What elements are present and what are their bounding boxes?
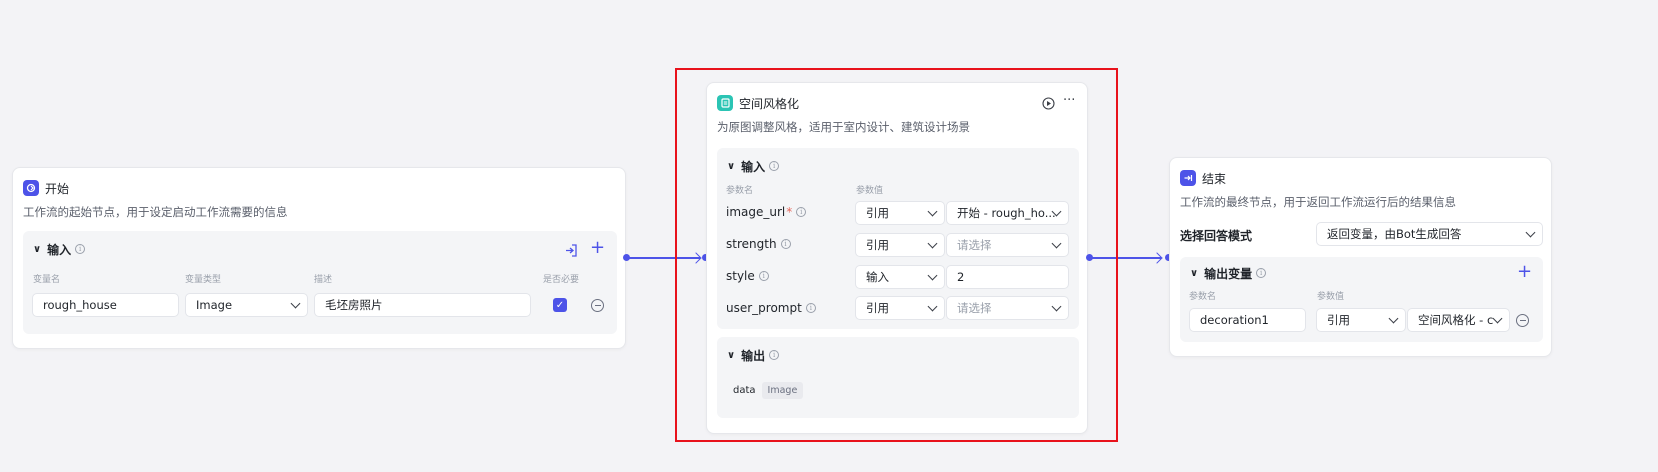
- style-node-description: 为原图调整风格，适用于室内设计、建筑设计场景: [717, 120, 970, 134]
- style-input-header[interactable]: ∨ 输入 i: [727, 156, 780, 176]
- start-node[interactable]: 开始 工作流的起始节点，用于设定启动工作流需要的信息 ∨ 输入 i + 变量名 …: [12, 167, 626, 349]
- end-node-title: 结束: [1202, 171, 1227, 186]
- column-header-param-value: 参数值: [1317, 292, 1345, 302]
- end-output-title: 输出变量: [1204, 266, 1253, 281]
- end-output-header[interactable]: ∨ 输出变量 i: [1190, 263, 1267, 283]
- output-name-input[interactable]: decoration1: [1189, 308, 1306, 332]
- column-header-name: 变量名: [33, 275, 61, 285]
- chevron-down-icon[interactable]: ∨: [727, 350, 735, 361]
- style-input-section: ∨ 输入 i 参数名 参数值 image_url * i 引用 开始 - roug…: [717, 148, 1079, 329]
- info-icon: i: [769, 350, 780, 360]
- end-node-description: 工作流的最终节点，用于返回工作流运行后的结果信息: [1180, 195, 1456, 209]
- chevron-down-icon: [1388, 313, 1399, 324]
- start-input-title: 输入: [47, 242, 72, 257]
- style-input-title: 输入: [741, 159, 766, 174]
- variable-name-input[interactable]: rough_house: [32, 293, 179, 317]
- column-header-required: 是否必要: [543, 275, 580, 285]
- chevron-down-icon: [927, 301, 938, 312]
- style-node-title: 空间风格化: [739, 96, 800, 111]
- output-type-tag: Image: [761, 382, 804, 399]
- start-input-header[interactable]: ∨ 输入 i: [33, 239, 86, 259]
- output-mode-select[interactable]: 引用: [1316, 308, 1406, 332]
- variable-description-input[interactable]: 毛坯房照片: [314, 293, 531, 317]
- chevron-down-icon: [927, 238, 938, 249]
- info-icon: i: [796, 207, 807, 217]
- style-output-title: 输出: [741, 348, 766, 363]
- chevron-down-icon[interactable]: ∨: [33, 244, 41, 255]
- end-node[interactable]: 结束 工作流的最终节点，用于返回工作流运行后的结果信息 选择回答模式 返回变量，…: [1169, 157, 1552, 357]
- chevron-down-icon[interactable]: ∨: [727, 161, 735, 172]
- style-output-header[interactable]: ∨ 输出 i: [727, 345, 780, 365]
- import-icon[interactable]: [565, 242, 578, 261]
- answer-mode-label: 选择回答模式: [1180, 229, 1253, 243]
- run-icon[interactable]: [1042, 95, 1055, 114]
- info-icon: i: [769, 161, 780, 171]
- param-value-input[interactable]: 2: [946, 265, 1069, 289]
- style-output-section: ∨ 输出 i data Image: [717, 337, 1079, 418]
- chevron-down-icon: [1051, 301, 1062, 312]
- param-mode-select[interactable]: 引用: [855, 201, 945, 225]
- start-node-description: 工作流的起始节点，用于设定启动工作流需要的信息: [23, 205, 288, 219]
- chevron-down-icon: [290, 298, 301, 309]
- param-user-prompt: user_prompt i: [726, 301, 816, 315]
- column-header-param-value: 参数值: [856, 186, 884, 196]
- answer-mode-select[interactable]: 返回变量，由Bot生成回答: [1316, 222, 1543, 246]
- document-icon: [717, 95, 733, 111]
- output-value-select[interactable]: 空间风格化 - c: [1407, 308, 1510, 332]
- param-mode-select[interactable]: 输入: [855, 265, 945, 289]
- param-mode-select[interactable]: 引用: [855, 233, 945, 257]
- required-marker: *: [786, 205, 793, 219]
- edge-arrow: [1151, 251, 1163, 264]
- remove-variable-icon[interactable]: [591, 299, 604, 312]
- column-header-param-name: 参数名: [1189, 292, 1217, 302]
- info-icon: i: [758, 271, 769, 281]
- add-output-icon[interactable]: +: [1517, 263, 1532, 281]
- chevron-down-icon: [1051, 238, 1062, 249]
- param-image-url: image_url * i: [726, 205, 807, 219]
- add-variable-icon[interactable]: +: [590, 239, 605, 257]
- chevron-down-icon: [927, 270, 938, 281]
- chevron-down-icon: [1492, 313, 1503, 324]
- start-node-title: 开始: [45, 181, 70, 196]
- end-icon: [1180, 170, 1196, 186]
- param-value-select[interactable]: 开始 - rough_ho...: [946, 201, 1069, 225]
- param-value-select[interactable]: 请选择: [946, 233, 1069, 257]
- end-output-section: ∨ 输出变量 i + 参数名 参数值 decoration1 引用 空间风格化 …: [1180, 257, 1543, 342]
- start-icon: [23, 180, 39, 196]
- info-icon: i: [1256, 268, 1267, 278]
- param-style: style i: [726, 269, 769, 283]
- workflow-canvas[interactable]: 开始 工作流的起始节点，用于设定启动工作流需要的信息 ∨ 输入 i + 变量名 …: [0, 0, 1658, 472]
- more-options-icon[interactable]: ···: [1063, 93, 1075, 108]
- info-icon: i: [75, 244, 86, 254]
- edge-start-to-style: [627, 257, 700, 259]
- remove-output-icon[interactable]: [1516, 314, 1529, 327]
- required-checkbox[interactable]: ✓: [553, 298, 567, 312]
- chevron-down-icon: [1525, 227, 1536, 238]
- info-icon: i: [805, 303, 816, 313]
- param-strength: strength i: [726, 237, 791, 251]
- column-header-description: 描述: [314, 275, 333, 285]
- style-node[interactable]: 空间风格化 为原图调整风格，适用于室内设计、建筑设计场景 ··· ∨ 输入 i …: [706, 82, 1088, 434]
- output-variable-name: data: [733, 385, 756, 396]
- column-header-type: 变量类型: [185, 275, 222, 285]
- edge-arrow: [690, 251, 702, 264]
- chevron-down-icon: [927, 206, 938, 217]
- start-input-section: ∨ 输入 i + 变量名 变量类型 描述 是否必要 rough_house Im…: [23, 231, 617, 334]
- variable-type-select[interactable]: Image: [185, 293, 308, 317]
- column-header-param-name: 参数名: [726, 186, 754, 196]
- chevron-down-icon[interactable]: ∨: [1190, 268, 1198, 279]
- param-mode-select[interactable]: 引用: [855, 296, 945, 320]
- param-value-select[interactable]: 请选择: [946, 296, 1069, 320]
- info-icon: i: [780, 239, 791, 249]
